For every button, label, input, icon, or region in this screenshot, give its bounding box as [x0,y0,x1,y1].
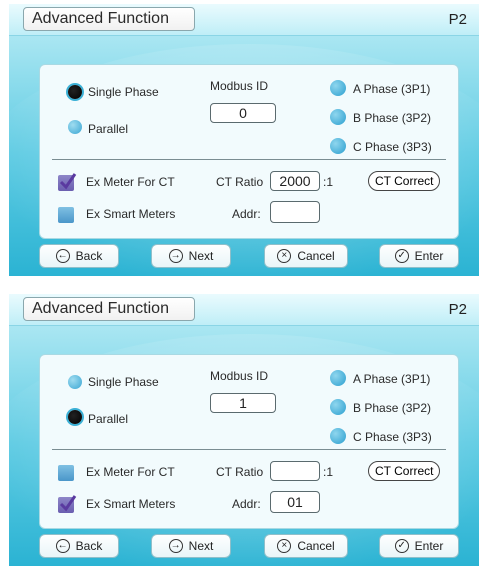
cancel-button[interactable]: × Cancel [264,244,348,268]
ex-meter-ct-label: Ex Meter For CT [86,175,175,189]
next-button[interactable]: → Next [151,244,231,268]
single-phase-label: Single Phase [88,375,159,389]
b-phase-radio[interactable] [330,109,346,125]
enter-button[interactable]: ✓ Enter [379,534,459,558]
c-phase-radio[interactable] [330,428,346,444]
back-label: Back [75,539,103,553]
a-phase-radio[interactable] [330,80,346,96]
ex-smart-meters-label: Ex Smart Meters [86,207,176,221]
screen-title: Advanced Function [23,7,195,31]
screen-title: Advanced Function [23,297,195,321]
a-phase-label: A Phase (3P1) [353,372,431,386]
next-label: Next [188,249,214,263]
ex-smart-meters-checkbox[interactable] [58,207,74,223]
settings-panel: Single Phase Parallel Modbus ID 1 A Phas… [39,354,459,529]
ct-ratio-input[interactable] [270,461,320,481]
ct-ratio-label: CT Ratio [216,175,264,189]
arrow-left-circle-icon: ← [55,539,70,553]
cancel-button[interactable]: × Cancel [264,534,348,558]
modbus-id-label: Modbus ID [210,79,269,93]
addr-input[interactable]: 01 [270,491,320,513]
next-button[interactable]: → Next [151,534,231,558]
modbus-id-input[interactable]: 1 [210,393,276,413]
page-number: P2 [448,11,467,28]
ct-ratio-input[interactable]: 2000 [270,171,320,191]
device-screen-1: Advanced Function P2 Single Phase Parall… [9,4,479,276]
ct-correct-button[interactable]: CT Correct [368,171,441,191]
b-phase-radio[interactable] [330,399,346,415]
page-number: P2 [448,301,467,318]
single-phase-radio[interactable] [68,85,82,99]
arrow-right-circle-icon: → [168,249,183,263]
addr-label: Addr: [232,207,261,221]
x-circle-icon: × [277,539,292,553]
ex-smart-meters-label: Ex Smart Meters [86,497,176,511]
check-circle-icon: ✓ [394,539,409,553]
title-bar: Advanced Function P2 [9,294,479,326]
c-phase-label: C Phase (3P3) [353,430,432,444]
divider [52,449,446,450]
ex-meter-ct-checkbox[interactable] [58,465,74,481]
modbus-id-label: Modbus ID [210,369,269,383]
a-phase-label: A Phase (3P1) [353,82,431,96]
b-phase-label: B Phase (3P2) [353,401,432,415]
addr-input[interactable] [270,201,320,223]
settings-panel: Single Phase Parallel Modbus ID 0 A Phas… [39,64,459,239]
parallel-radio[interactable] [68,410,82,424]
c-phase-label: C Phase (3P3) [353,140,432,154]
parallel-radio[interactable] [68,120,82,134]
enter-label: Enter [414,539,444,553]
enter-label: Enter [414,249,444,263]
single-phase-label: Single Phase [88,85,159,99]
device-screen-2: Advanced Function P2 Single Phase Parall… [9,294,479,566]
ct-correct-button[interactable]: CT Correct [368,461,441,481]
arrow-right-circle-icon: → [168,539,183,553]
arrow-left-circle-icon: ← [55,249,70,263]
ct-ratio-label: CT Ratio [216,465,264,479]
parallel-label: Parallel [88,122,129,136]
c-phase-radio[interactable] [330,138,346,154]
ex-meter-ct-label: Ex Meter For CT [86,465,175,479]
addr-label: Addr: [232,497,261,511]
x-circle-icon: × [277,249,292,263]
ct-ratio-suffix: :1 [323,465,334,479]
parallel-label: Parallel [88,412,129,426]
enter-button[interactable]: ✓ Enter [379,244,459,268]
title-bar: Advanced Function P2 [9,4,479,36]
next-label: Next [188,539,214,553]
back-label: Back [75,249,103,263]
check-circle-icon: ✓ [394,249,409,263]
back-button[interactable]: ← Back [39,244,119,268]
ex-meter-ct-checkbox[interactable] [58,173,77,191]
single-phase-radio[interactable] [68,375,82,389]
modbus-id-input[interactable]: 0 [210,103,276,123]
cancel-label: Cancel [297,249,335,263]
ct-ratio-suffix: :1 [323,175,334,189]
a-phase-radio[interactable] [330,370,346,386]
b-phase-label: B Phase (3P2) [353,111,432,125]
divider [52,159,446,160]
ex-smart-meters-checkbox[interactable] [58,495,77,513]
back-button[interactable]: ← Back [39,534,119,558]
cancel-label: Cancel [297,539,335,553]
